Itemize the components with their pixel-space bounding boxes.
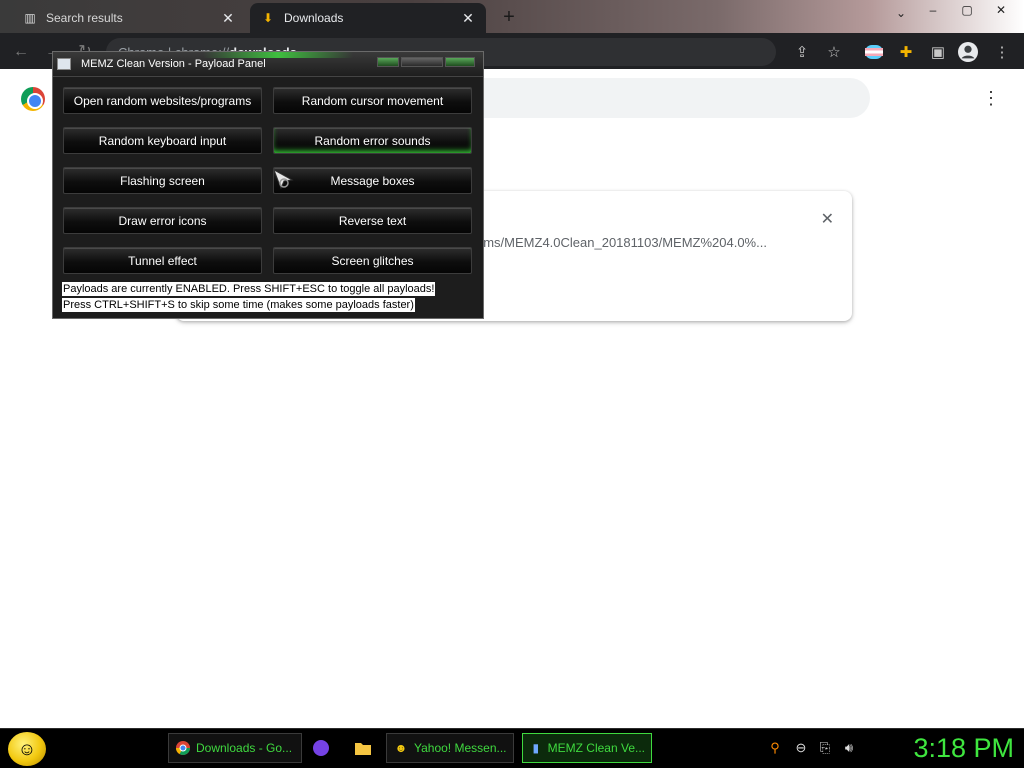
minus-circle-icon[interactable]: ⊖ — [792, 739, 810, 757]
chrome-icon — [175, 740, 191, 756]
remove-download-icon[interactable]: ✕ — [821, 209, 834, 229]
window-app-icon — [57, 58, 71, 70]
tab-label: Downloads — [284, 11, 344, 25]
star-icon[interactable]: ☆ — [824, 42, 844, 62]
taskbar-task-memz[interactable]: ▮ MEMZ Clean Ve... — [522, 733, 652, 763]
close-tab-icon[interactable]: ✕ — [460, 10, 476, 27]
start-button-smiley-icon[interactable]: ☺ — [8, 732, 46, 766]
taskbar-task-yahoo-messenger[interactable]: ☻ Yahoo! Messen... — [386, 733, 514, 763]
folder-icon[interactable] — [354, 739, 372, 757]
panel-maximize-button[interactable] — [401, 57, 443, 67]
memz-payload-panel: MEMZ Clean Version - Payload Panel Open … — [52, 51, 484, 319]
payload-random-cursor-button[interactable]: Random cursor movement — [273, 87, 472, 114]
menu-icon[interactable]: ⋮ — [992, 42, 1012, 62]
payload-flashing-screen-button[interactable]: Flashing screen — [63, 167, 262, 194]
payload-message-boxes-button[interactable]: Message boxes — [273, 167, 472, 194]
minimize-button[interactable]: – — [916, 0, 950, 20]
panel-window-controls — [377, 57, 475, 67]
new-tab-button[interactable]: + — [498, 6, 520, 28]
close-tab-icon[interactable]: ✕ — [220, 10, 236, 27]
back-icon[interactable]: ← — [10, 41, 32, 63]
search-icon[interactable]: ⚲ — [766, 739, 784, 757]
extension-flag-icon[interactable] — [864, 42, 884, 62]
panel-title: MEMZ Clean Version - Payload Panel — [81, 58, 266, 70]
task-label: Downloads - Go... — [196, 741, 293, 755]
smiley-icon: ☻ — [394, 741, 408, 755]
panel-minimize-button[interactable] — [377, 57, 399, 67]
drawn-cursor-icon — [272, 168, 298, 190]
tab-label: Search results — [46, 11, 123, 25]
payload-random-error-sounds-button[interactable]: Random error sounds — [273, 127, 472, 154]
task-label: MEMZ Clean Ve... — [547, 741, 645, 755]
downloads-search-input[interactable] — [430, 78, 870, 118]
chrome-logo-icon — [21, 87, 45, 111]
page-favicon-icon: ▥ — [24, 11, 36, 25]
panel-close-button[interactable] — [445, 57, 475, 67]
tab-downloads[interactable]: ⬇ Downloads ✕ — [250, 3, 486, 33]
volume-icon[interactable]: 🔊︎ — [840, 739, 858, 757]
taskbar-task-downloads[interactable]: Downloads - Go... — [168, 733, 302, 763]
payload-reverse-text-button[interactable]: Reverse text — [273, 207, 472, 234]
network-icon[interactable]: ⎘ — [816, 739, 834, 757]
payload-draw-error-icons-button[interactable]: Draw error icons — [63, 207, 262, 234]
window-controls: – ▢ ✕ — [916, 0, 1018, 20]
profile-icon[interactable] — [958, 42, 978, 62]
extension-puzzle-icon[interactable]: ✚ — [896, 42, 916, 62]
download-icon: ⬇ — [262, 11, 274, 25]
memz-icon: ▮ — [532, 741, 540, 755]
payload-tunnel-effect-button[interactable]: Tunnel effect — [63, 247, 262, 274]
panel-titlebar[interactable]: MEMZ Clean Version - Payload Panel — [53, 52, 483, 77]
tab-strip: ▥ Search results ✕ ⬇ Downloads ✕ + ⌄ – ▢… — [0, 0, 1024, 33]
close-window-button[interactable]: ✕ — [984, 0, 1018, 20]
task-label: Yahoo! Messen... — [414, 741, 507, 755]
more-actions-icon[interactable]: ⋮ — [982, 88, 1000, 108]
payload-screen-glitches-button[interactable]: Screen glitches — [273, 247, 472, 274]
payload-random-keyboard-button[interactable]: Random keyboard input — [63, 127, 262, 154]
restore-button[interactable]: ▢ — [950, 0, 984, 20]
taskbar-clock[interactable]: 3:18 PM — [884, 733, 1014, 763]
side-panel-icon[interactable]: ▣ — [928, 42, 948, 62]
payload-open-random-websites-button[interactable]: Open random websites/programs — [63, 87, 262, 114]
download-source-url[interactable]: ems/MEMZ4.0Clean_20181103/MEMZ%204.0%... — [476, 235, 767, 250]
firefox-icon[interactable] — [312, 739, 330, 757]
share-icon[interactable]: ⇪ — [792, 42, 812, 62]
tab-search-results[interactable]: ▥ Search results ✕ — [12, 3, 246, 33]
tab-search-dropdown-icon[interactable]: ⌄ — [896, 6, 906, 20]
payload-status-text: Payloads are currently ENABLED. Press SH… — [62, 282, 436, 296]
skip-time-hint-text: Press CTRL+SHIFT+S to skip some time (ma… — [62, 298, 415, 312]
